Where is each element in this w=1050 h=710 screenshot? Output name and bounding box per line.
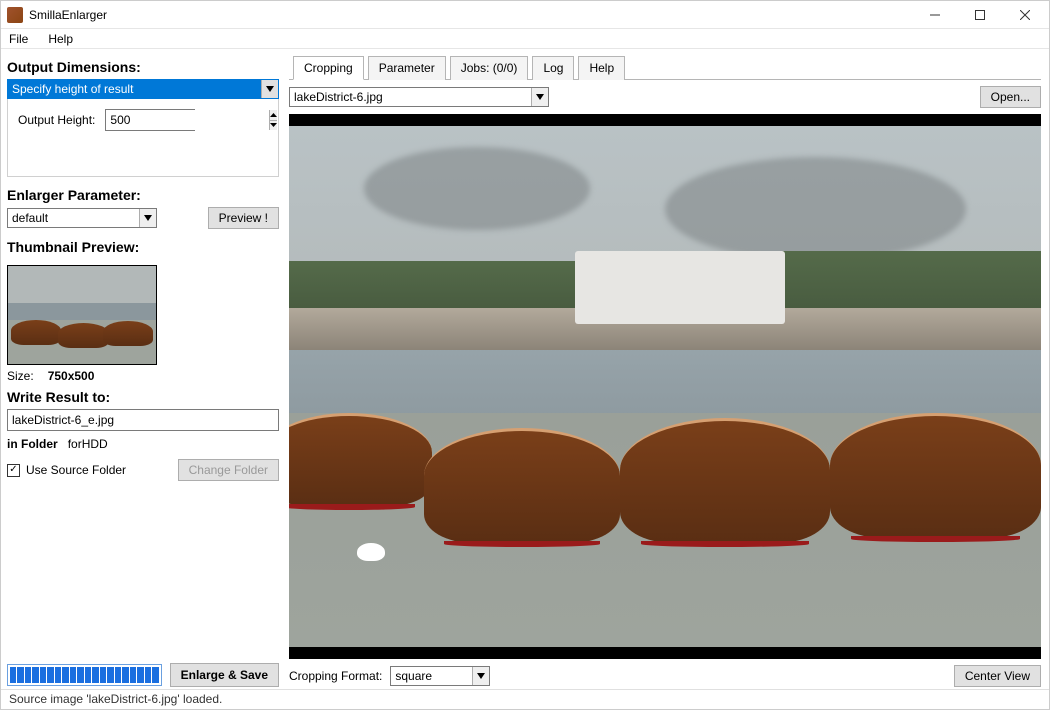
chevron-down-icon — [531, 88, 548, 106]
minimize-button[interactable] — [912, 1, 957, 29]
thumbnail-preview — [7, 265, 157, 365]
progress-bar — [7, 664, 162, 686]
cropping-format-dropdown[interactable]: square — [390, 666, 490, 686]
thumbnail-size-label: Size: — [7, 369, 34, 383]
change-folder-button[interactable]: Change Folder — [178, 459, 279, 481]
window-title: SmillaEnlarger — [29, 8, 912, 22]
tab-log[interactable]: Log — [532, 56, 574, 80]
cropping-format-value: square — [391, 669, 472, 683]
cropping-format-label: Cropping Format: — [289, 669, 382, 683]
statusbar: Source image 'lakeDistrict-6.jpg' loaded… — [1, 689, 1049, 709]
left-pane: Output Dimensions: Specify height of res… — [1, 55, 279, 689]
chevron-down-icon — [261, 80, 278, 98]
output-dimensions-title: Output Dimensions: — [7, 59, 279, 75]
use-source-folder-checkbox[interactable]: ✓ — [7, 464, 20, 477]
open-button[interactable]: Open... — [980, 86, 1041, 108]
output-filename-input[interactable] — [7, 409, 279, 431]
parameter-preset-value: default — [8, 211, 139, 225]
write-result-title: Write Result to: — [7, 389, 279, 405]
chevron-down-icon — [472, 667, 489, 685]
app-icon — [7, 7, 23, 23]
tab-parameter[interactable]: Parameter — [368, 56, 446, 80]
output-height-panel: Output Height: — [7, 99, 279, 177]
enlarge-save-button[interactable]: Enlarge & Save — [170, 663, 279, 687]
source-file-value: lakeDistrict-6.jpg — [290, 90, 531, 104]
spin-down-icon[interactable] — [270, 121, 277, 131]
parameter-preset-dropdown[interactable]: default — [7, 208, 157, 228]
use-source-folder-label: Use Source Folder — [26, 463, 126, 477]
source-file-dropdown[interactable]: lakeDistrict-6.jpg — [289, 87, 549, 107]
preview-button[interactable]: Preview ! — [208, 207, 279, 229]
maximize-button[interactable] — [957, 1, 1002, 29]
app-window: SmillaEnlarger File Help Output Dimensio… — [0, 0, 1050, 710]
tab-cropping[interactable]: Cropping — [293, 56, 364, 80]
output-height-label: Output Height: — [18, 109, 95, 127]
chevron-down-icon — [139, 209, 156, 227]
thumbnail-size-value: 750x500 — [48, 369, 95, 383]
in-folder-label: in Folder — [7, 437, 58, 451]
center-view-button[interactable]: Center View — [954, 665, 1041, 687]
close-button[interactable] — [1002, 1, 1047, 29]
tab-bar: Cropping Parameter Jobs: (0/0) Log Help — [289, 55, 1041, 80]
titlebar: SmillaEnlarger — [1, 1, 1049, 29]
right-pane: Cropping Parameter Jobs: (0/0) Log Help … — [289, 55, 1041, 689]
menubar: File Help — [1, 29, 1049, 49]
tab-help[interactable]: Help — [578, 56, 625, 80]
output-height-spinbox[interactable] — [105, 109, 195, 131]
status-text: Source image 'lakeDistrict-6.jpg' loaded… — [9, 692, 222, 706]
output-height-input[interactable] — [106, 110, 269, 130]
menu-help[interactable]: Help — [44, 30, 77, 48]
enlarger-parameter-title: Enlarger Parameter: — [7, 187, 279, 203]
dimension-mode-dropdown[interactable]: Specify height of result — [7, 79, 279, 99]
tab-jobs[interactable]: Jobs: (0/0) — [450, 56, 529, 80]
menu-file[interactable]: File — [5, 30, 32, 48]
spin-up-icon[interactable] — [270, 110, 277, 121]
content-area: Output Dimensions: Specify height of res… — [1, 49, 1049, 689]
in-folder-value: forHDD — [68, 437, 108, 451]
thumbnail-title: Thumbnail Preview: — [7, 239, 279, 255]
image-viewer[interactable] — [289, 114, 1041, 659]
dimension-mode-value: Specify height of result — [8, 82, 261, 96]
